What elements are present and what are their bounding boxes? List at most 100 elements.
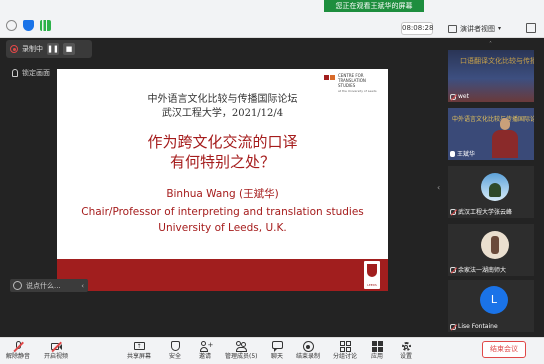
recording-label: 录制中 xyxy=(22,45,43,53)
user-avatar-icon xyxy=(13,281,22,290)
info-icon[interactable] xyxy=(6,20,17,31)
start-video-label: 开启视频 xyxy=(44,353,69,360)
record-icon xyxy=(302,341,314,352)
security-button[interactable]: 安全 xyxy=(169,339,181,364)
fullscreen-icon[interactable] xyxy=(526,23,536,33)
stop-recording-button[interactable]: 结束录制 xyxy=(296,339,320,364)
participant-label: wet xyxy=(450,93,469,100)
start-video-button[interactable]: 开启视频 xyxy=(44,339,68,364)
lock-screen-button[interactable]: 锁定画面 xyxy=(12,68,50,78)
participant-name: 余家法一湖南师大 xyxy=(458,267,507,274)
university-date: 武汉工程大学，2021/12/4 xyxy=(161,108,284,119)
mic-muted-icon xyxy=(450,93,456,100)
participant-tile[interactable]: L Lise Fontaine xyxy=(448,280,534,332)
record-icon xyxy=(10,45,18,53)
share-screen-icon: ↑ xyxy=(133,341,145,352)
logo-blocks xyxy=(324,75,335,80)
mic-muted-icon xyxy=(450,323,456,330)
chat-input[interactable]: 说点什么... ‹ xyxy=(10,279,88,292)
speaker-role: Chair/Professor of interpreting and tran… xyxy=(81,206,364,218)
breakout-rooms-icon xyxy=(339,341,351,352)
participant-tile[interactable]: 口语翻译文化比较与传播 wet xyxy=(448,50,534,102)
video-off-icon xyxy=(50,341,62,352)
chevron-left-icon: ‹ xyxy=(81,281,84,290)
chat-placeholder: 说点什么... xyxy=(26,281,61,290)
gear-icon xyxy=(401,341,412,352)
lock-screen-label: 锁定画面 xyxy=(22,69,50,77)
invite-label: 邀请 xyxy=(199,353,212,360)
avatar xyxy=(481,231,509,259)
shield-icon[interactable] xyxy=(23,20,34,31)
stop-recording-button[interactable]: ■ xyxy=(63,43,75,55)
meeting-toolbar: 解除静音 开启视频 ↑ 共享屏幕 安全 + 邀请 管理成员(5) 聊天 结束录制… xyxy=(0,337,544,364)
recording-bar: 录制中 ❚❚ ■ xyxy=(6,40,92,58)
participant-name: 武汉工程大学张云峰 xyxy=(458,209,513,216)
apps-label: 应用 xyxy=(371,353,384,360)
pin-icon xyxy=(12,69,18,77)
unmute-label: 解除静音 xyxy=(6,353,31,360)
meeting-clock: 08:08:28 xyxy=(401,22,433,35)
avatar xyxy=(481,173,509,201)
participant-tile[interactable]: 中外语言文化比较与传播国际论坛 王斌华 xyxy=(448,108,534,160)
participant-name: Lise Fontaine xyxy=(458,323,498,330)
shared-slide: CENTRE FOR TRANSLATION STUDIES at the Un… xyxy=(57,69,388,291)
manage-participants-button[interactable]: 管理成员(5) xyxy=(225,339,258,364)
slide-title-line1: 作为跨文化交流的口译 xyxy=(147,133,298,151)
grid-icon xyxy=(448,24,457,33)
status-icons xyxy=(6,20,51,31)
slide-footer: LEEDS xyxy=(57,259,388,291)
speaker-name: Binhua Wang (王斌华) xyxy=(166,188,279,200)
share-screen-label: 共享屏幕 xyxy=(127,353,152,360)
unmute-button[interactable]: 解除静音 xyxy=(6,339,30,364)
participant-tile[interactable]: 武汉工程大学张云峰 xyxy=(448,166,534,218)
speaker-figure xyxy=(492,118,518,158)
shield-icon xyxy=(170,341,181,352)
settings-button[interactable]: 设置 xyxy=(400,339,412,364)
avatar: L xyxy=(480,286,508,314)
settings-label: 设置 xyxy=(400,353,413,360)
breakout-rooms-button[interactable]: 分组讨论 xyxy=(333,339,357,364)
scroll-up-icon[interactable]: ˄ xyxy=(447,41,534,49)
participants-icon xyxy=(235,341,247,352)
participant-label: 余家法一湖南师大 xyxy=(450,265,506,274)
meeting-window: 您正在观看王斌华的屏幕 08:08:28 演讲者视图 ▾ 录制中 ❚❚ ■ 锁定… xyxy=(0,0,544,364)
speaker-view-label: 演讲者视图 xyxy=(460,24,495,33)
stop-recording-label: 结束录制 xyxy=(296,353,321,360)
collapse-panel-icon[interactable]: ‹ xyxy=(437,183,440,192)
end-meeting-button[interactable]: 结束会议 xyxy=(482,341,526,358)
share-screen-button[interactable]: ↑ 共享屏幕 xyxy=(127,339,151,364)
logo-text: CENTRE FOR TRANSLATION STUDIES xyxy=(338,73,366,88)
apps-button[interactable]: 应用 xyxy=(371,339,383,364)
slide-title-line2: 有何特别之处？ xyxy=(169,153,275,171)
breakout-rooms-label: 分组讨论 xyxy=(333,353,358,360)
participant-label: 武汉工程大学张云峰 xyxy=(450,207,512,216)
participant-name: 王斌华 xyxy=(457,151,476,158)
chevron-down-icon: ▾ xyxy=(498,25,502,32)
signal-icon[interactable] xyxy=(40,20,51,31)
chat-button[interactable]: 聊天 xyxy=(271,339,283,364)
crest-text: LEEDS xyxy=(367,283,377,287)
pause-recording-button[interactable]: ❚❚ xyxy=(47,43,59,55)
mic-muted-icon xyxy=(12,341,24,352)
invite-button[interactable]: + 邀请 xyxy=(199,339,213,364)
chat-icon xyxy=(271,341,283,352)
participant-name: wet xyxy=(458,93,469,100)
mic-muted-icon xyxy=(450,266,456,273)
manage-participants-label: 管理成员(5) xyxy=(225,353,258,360)
apps-icon xyxy=(371,341,383,352)
mic-muted-icon xyxy=(450,208,456,215)
sharing-banner: 您正在观看王斌华的屏幕 xyxy=(324,0,424,12)
chat-label: 聊天 xyxy=(271,353,284,360)
tile-background-text: 口语翻译文化比较与传播 xyxy=(460,57,534,65)
security-label: 安全 xyxy=(169,353,182,360)
add-user-icon: + xyxy=(199,341,213,352)
participant-tile[interactable]: 余家法一湖南师大 xyxy=(448,224,534,276)
top-bar: 您正在观看王斌华的屏幕 08:08:28 演讲者视图 ▾ xyxy=(0,0,544,38)
speaker-view-button[interactable]: 演讲者视图 ▾ xyxy=(444,21,505,36)
leeds-crest-icon: LEEDS xyxy=(364,261,380,289)
participant-label: Lise Fontaine xyxy=(450,323,498,330)
forum-name: 中外语言文化比较与传播国际论坛 xyxy=(147,94,298,105)
participant-label: 王斌华 xyxy=(450,149,475,158)
speaker-organization: University of Leeds, U.K. xyxy=(158,222,287,234)
mic-icon xyxy=(450,150,455,157)
